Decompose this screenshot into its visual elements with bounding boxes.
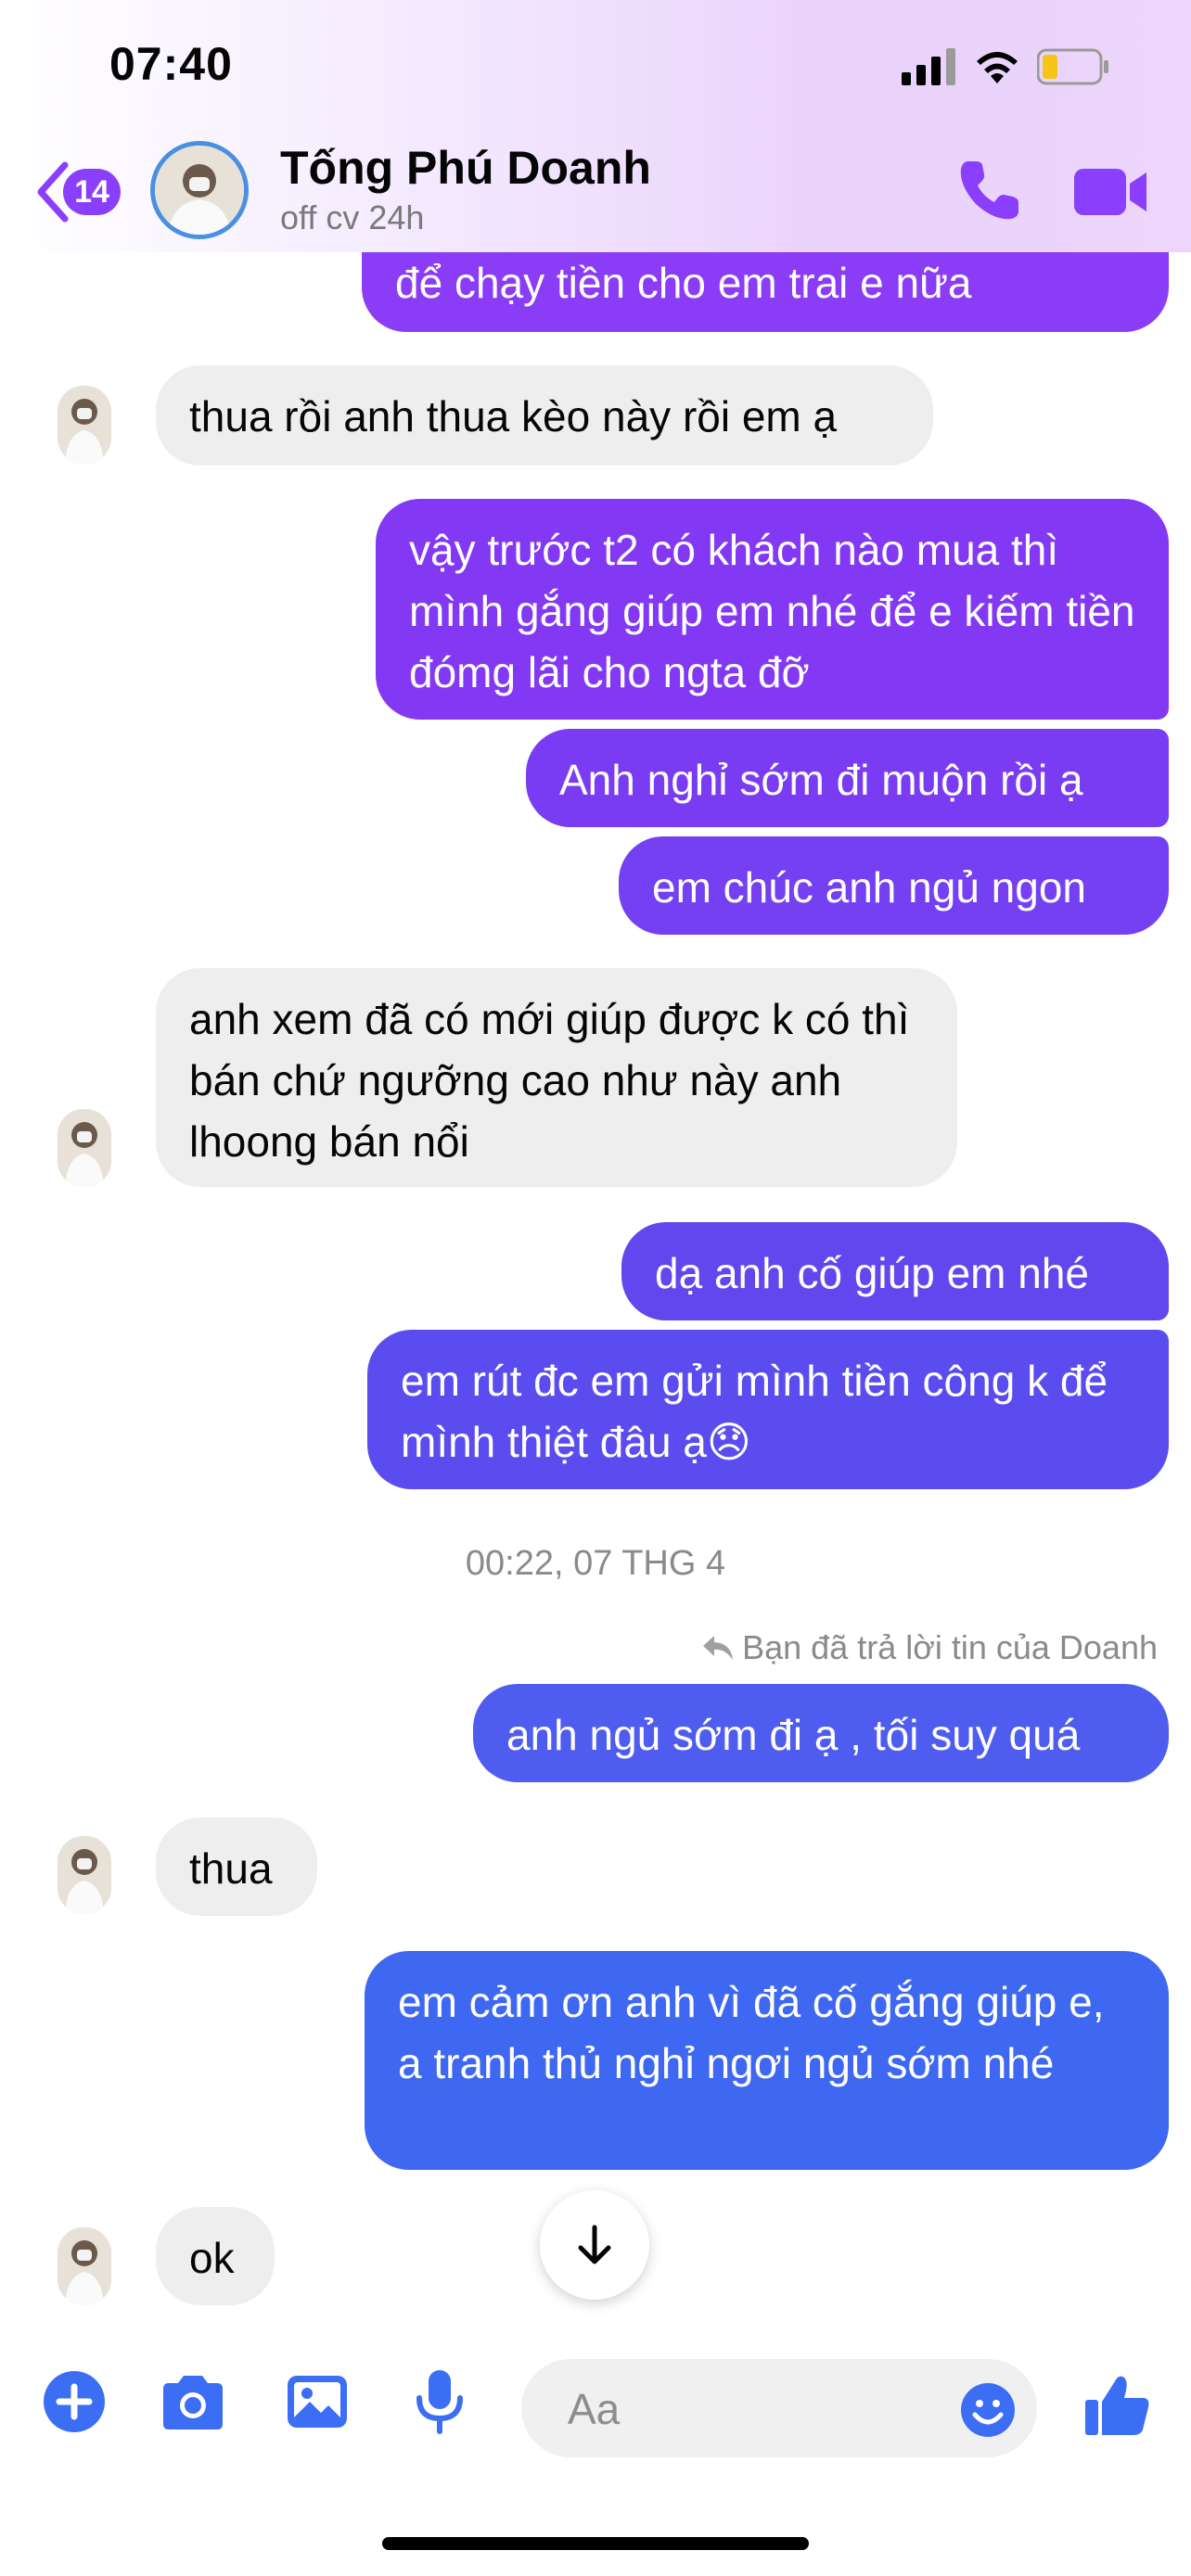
camera-icon[interactable] bbox=[158, 2366, 228, 2437]
microphone-icon[interactable] bbox=[404, 2366, 475, 2437]
message-timestamp: 00:22, 07 THG 4 bbox=[465, 1544, 726, 1583]
outgoing-message[interactable]: em chúc anh ngủ ngon bbox=[619, 836, 1169, 935]
unread-count-badge: 14 bbox=[63, 169, 121, 215]
status-time: 07:40 bbox=[109, 38, 233, 90]
home-indicator bbox=[382, 2537, 809, 2550]
outgoing-message[interactable]: em cảm ơn anh vì đã cố gắng giúp e, a tr… bbox=[365, 1951, 1169, 2170]
outgoing-message[interactable]: anh ngủ sớm đi ạ , tối suy quá bbox=[473, 1684, 1169, 1782]
incoming-message[interactable]: thua bbox=[156, 1817, 317, 1916]
outgoing-message[interactable]: Anh nghỉ sớm đi muộn rồi ạ bbox=[526, 729, 1169, 827]
incoming-message[interactable]: anh xem đã có mới giúp được k có thì bán… bbox=[156, 968, 957, 1187]
outgoing-message[interactable]: vậy trước t2 có khách nào mua thì mình g… bbox=[376, 499, 1169, 720]
arrow-down-icon bbox=[578, 2225, 611, 2264]
plus-icon[interactable] bbox=[39, 2366, 109, 2437]
scroll-to-bottom-button[interactable] bbox=[540, 2190, 649, 2300]
contact-status: off cv 24h bbox=[280, 198, 425, 236]
gallery-icon[interactable] bbox=[282, 2366, 352, 2437]
thumbs-up-icon[interactable] bbox=[1083, 2370, 1152, 2439]
contact-avatar[interactable] bbox=[58, 2227, 111, 2305]
cellular-signal-icon bbox=[902, 48, 955, 85]
battery-icon bbox=[1037, 48, 1108, 85]
message-list[interactable]: để chạy tiền cho em trai e nữa thua rồi … bbox=[0, 0, 1191, 2318]
contact-avatar[interactable] bbox=[58, 1836, 111, 1914]
reply-note: Bạn đã trả lời tin của Doanh bbox=[701, 1628, 1158, 1667]
contact-name[interactable]: Tống Phú Doanh bbox=[280, 141, 651, 195]
back-button[interactable]: 14 bbox=[33, 159, 135, 224]
message-input[interactable] bbox=[566, 2359, 941, 2459]
message-input-container bbox=[521, 2359, 1037, 2459]
contact-avatar[interactable] bbox=[58, 386, 111, 464]
emoji-icon[interactable] bbox=[959, 2381, 1017, 2439]
wifi-icon bbox=[977, 52, 1018, 83]
phone-call-icon[interactable] bbox=[955, 158, 1022, 224]
incoming-message[interactable]: ok bbox=[156, 2207, 275, 2305]
outgoing-message[interactable]: em rút đc em gửi mình tiền công k để mìn… bbox=[367, 1330, 1169, 1489]
contact-avatar[interactable] bbox=[150, 141, 249, 239]
incoming-message[interactable]: thua rồi anh thua kèo này rồi em ạ bbox=[156, 365, 933, 465]
video-call-icon[interactable] bbox=[1074, 165, 1148, 219]
reply-arrow-icon bbox=[703, 1636, 734, 1660]
outgoing-message[interactable]: dạ anh cố giúp em nhé bbox=[621, 1222, 1169, 1320]
contact-avatar[interactable] bbox=[58, 1109, 111, 1187]
chat-header: 07:40 14 Tống Phú Doanh off cv 24h bbox=[0, 0, 1191, 252]
